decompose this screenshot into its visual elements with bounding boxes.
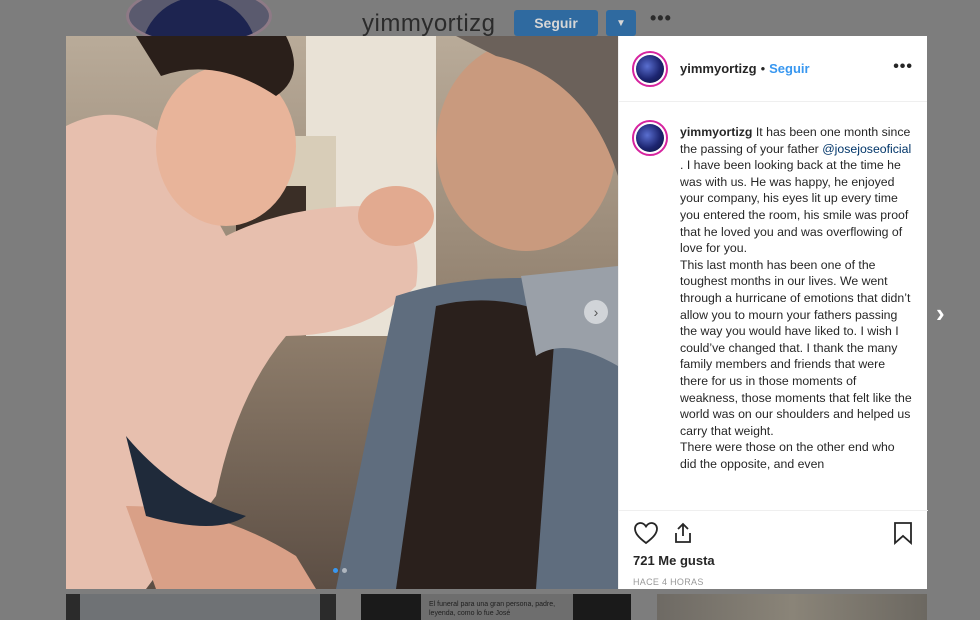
- post-timestamp: HACE 4 HORAS: [633, 577, 704, 587]
- caption-text: yimmyortizg It has been one month since …: [680, 124, 912, 472]
- grid-thumbnail-caption: El funeral para una gran persona, padre,…: [429, 601, 556, 617]
- caption-text-2: . I have been looking back at the time h…: [680, 158, 909, 256]
- likes-count[interactable]: 721 Me gusta: [633, 553, 715, 568]
- grid-thumbnail: [657, 594, 927, 620]
- follow-button[interactable]: Seguir: [769, 61, 809, 76]
- separator-dot: •: [760, 61, 766, 76]
- caption-paragraph-3: There were those on the other end who di…: [680, 440, 895, 471]
- carousel-dots: [333, 568, 347, 573]
- caption-comment: yimmyortizg It has been one month since …: [632, 120, 912, 508]
- carousel-dot-active: [333, 568, 338, 573]
- post-photo: ›: [66, 36, 618, 589]
- avatar[interactable]: [632, 50, 668, 87]
- caption-mention[interactable]: @josejoseoficial: [822, 142, 911, 156]
- post-actions: 721 Me gusta HACE 4 HORAS: [619, 510, 928, 589]
- profile-more-icon-bg: •••: [650, 8, 672, 28]
- share-icon[interactable]: [671, 521, 695, 545]
- more-options-icon[interactable]: •••: [893, 58, 913, 76]
- post-sidebar: yimmyortizg • Seguir ••• yimmyortizg It …: [618, 36, 928, 589]
- post-header: yimmyortizg • Seguir •••: [619, 36, 927, 102]
- caption-paragraph-2: This last month has been one of the toug…: [680, 257, 912, 438]
- post-username[interactable]: yimmyortizg: [680, 61, 757, 76]
- grid-thumbnail: El funeral para una gran persona, padre,…: [361, 594, 631, 620]
- heart-icon[interactable]: [633, 521, 659, 545]
- post-modal: › yimmyortizg • Seguir ••• yimmyortizg I…: [66, 36, 928, 589]
- grid-thumbnail: [66, 594, 336, 620]
- carousel-next-icon[interactable]: ›: [584, 300, 608, 324]
- caption-avatar[interactable]: [632, 120, 668, 156]
- caption-username[interactable]: yimmyortizg: [680, 125, 752, 139]
- profile-follow-button-bg: Seguir: [514, 10, 598, 36]
- profile-username-bg: yimmyortizg: [362, 10, 496, 37]
- profile-dropdown-button-bg: ▼: [606, 10, 636, 36]
- bookmark-icon[interactable]: [893, 521, 913, 545]
- carousel-dot: [342, 568, 347, 573]
- next-post-icon[interactable]: ›: [936, 298, 945, 329]
